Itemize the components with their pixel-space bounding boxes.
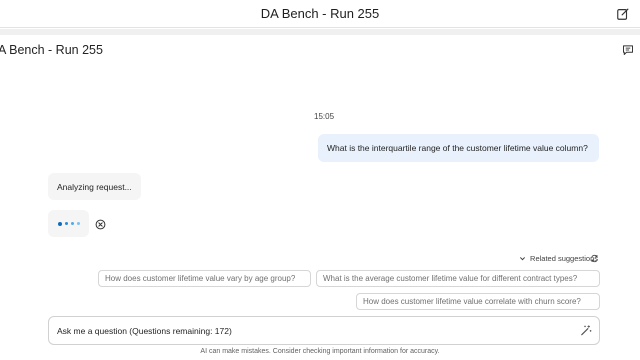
- footer-disclaimer: AI can make mistakes. Consider checking …: [200, 348, 440, 355]
- typing-dot: [76, 222, 80, 225]
- related-suggestions-label: Related suggestions: [530, 254, 598, 263]
- message-timestamp: 15:05: [314, 112, 335, 121]
- magic-wand-icon[interactable]: [579, 324, 592, 337]
- page-title: A Bench - Run 255: [0, 43, 103, 57]
- window-title: DA Bench - Run 255: [260, 6, 380, 21]
- question-input[interactable]: Ask me a question (Questions remaining: …: [48, 316, 600, 345]
- suggestion-chip[interactable]: What is the average customer lifetime va…: [316, 270, 600, 287]
- compose-icon[interactable]: [616, 7, 630, 21]
- user-message: What is the interquartile range of the c…: [318, 134, 599, 162]
- bot-message: Analyzing request...: [48, 173, 141, 200]
- suggestion-chip[interactable]: How does customer lifetime value correla…: [356, 293, 600, 310]
- divider: [0, 29, 640, 35]
- typing-dot: [64, 222, 68, 225]
- related-suggestions-toggle[interactable]: Related suggestions: [519, 254, 598, 263]
- stop-icon[interactable]: [95, 219, 106, 230]
- chevron-down-icon: [520, 257, 526, 261]
- top-bar: DA Bench - Run 255: [0, 0, 640, 28]
- refresh-icon[interactable]: [590, 254, 599, 263]
- typing-dot: [70, 222, 74, 225]
- typing-indicator: [48, 210, 89, 237]
- suggestion-chip[interactable]: How does customer lifetime value vary by…: [98, 270, 311, 287]
- chat-icon[interactable]: [622, 44, 634, 56]
- user-message-text: What is the interquartile range of the c…: [327, 143, 588, 153]
- bot-status-text: Analyzing request...: [57, 181, 132, 192]
- typing-dot: [57, 221, 62, 226]
- question-input-placeholder: Ask me a question (Questions remaining: …: [57, 325, 232, 336]
